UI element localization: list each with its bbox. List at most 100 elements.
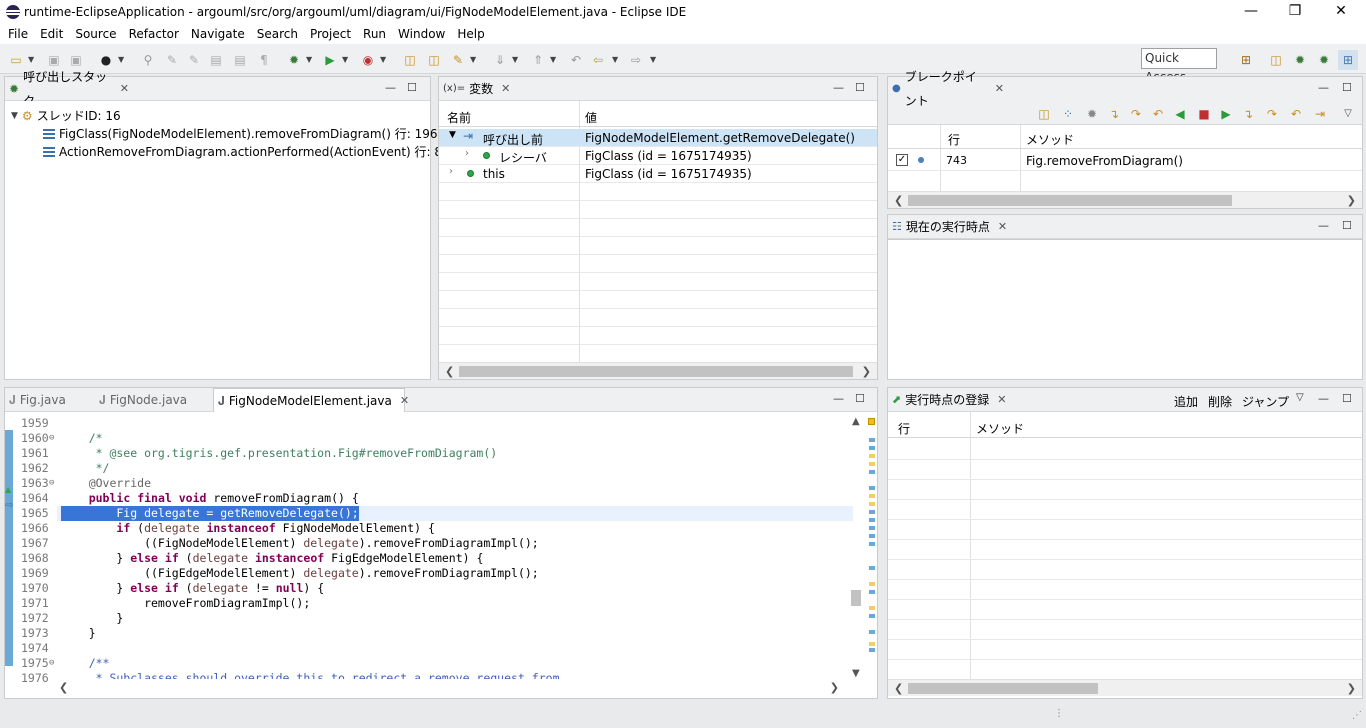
column-header-value[interactable]: 値: [585, 109, 597, 126]
resume-icon[interactable]: ▶: [1218, 106, 1234, 122]
close-tab-icon[interactable]: ✕: [501, 77, 510, 101]
overview-marker[interactable]: [869, 648, 875, 652]
overview-marker[interactable]: [869, 566, 875, 570]
settings-icon[interactable]: ✹: [1084, 106, 1100, 122]
show-all-icon[interactable]: ⁘: [1060, 106, 1076, 122]
menu-refactor[interactable]: Refactor: [123, 27, 185, 41]
overview-marker[interactable]: [869, 642, 875, 646]
last-edit-icon[interactable]: ↶: [568, 52, 584, 68]
open-type-icon[interactable]: ◫: [402, 52, 418, 68]
scroll-down-icon[interactable]: ▼: [852, 668, 860, 679]
menu-run[interactable]: Run: [357, 27, 392, 41]
terminate-icon[interactable]: ■: [1196, 106, 1212, 122]
code-line[interactable]: 1975 ⊖ /**: [5, 656, 877, 671]
expand-arrow-icon[interactable]: ▼: [449, 130, 456, 140]
minimize-view-icon[interactable]: —: [1318, 392, 1329, 405]
fold-icon[interactable]: ⊖: [49, 476, 54, 491]
tab-variables[interactable]: (x)= 変数 ✕: [439, 77, 511, 101]
fold-icon[interactable]: ⊖: [49, 656, 54, 671]
stack-frame[interactable]: ActionRemoveFromDiagram.actionPerformed(…: [43, 143, 450, 160]
overview-marker[interactable]: [869, 590, 875, 594]
menu-navigate[interactable]: Navigate: [185, 27, 251, 41]
maximize-view-icon[interactable]: ☐: [855, 81, 865, 94]
code-line[interactable]: 1962 */: [5, 461, 877, 476]
code-line[interactable]: 1966 if (delegate instanceof FigNodeMode…: [5, 521, 877, 536]
overview-marker[interactable]: [869, 526, 875, 530]
horizontal-scrollbar[interactable]: ❮ ❯: [439, 362, 877, 379]
back-run-icon[interactable]: ◀: [1172, 106, 1188, 122]
code-line[interactable]: 1972 }: [5, 611, 877, 626]
table-row[interactable]: › this FigClass (id = 1675174935): [439, 165, 877, 183]
overview-marker[interactable]: [868, 418, 875, 425]
step-over-back-icon[interactable]: ↷: [1264, 106, 1280, 122]
debug-icon[interactable]: ✹: [286, 52, 302, 68]
menu-edit[interactable]: Edit: [34, 27, 69, 41]
forward-dropdown-icon[interactable]: ▼: [650, 52, 658, 68]
step-return-icon[interactable]: ↶: [1150, 106, 1166, 122]
menu-help[interactable]: Help: [451, 27, 490, 41]
maximize-view-icon[interactable]: ☐: [855, 392, 865, 405]
java-perspective-icon[interactable]: ✹: [1292, 52, 1308, 68]
scroll-right-icon[interactable]: ❯: [830, 679, 839, 696]
overview-marker[interactable]: [869, 518, 875, 522]
restore-button[interactable]: ❐: [1272, 0, 1318, 24]
scroll-right-icon[interactable]: ❯: [1347, 192, 1356, 209]
minimize-button[interactable]: —: [1228, 0, 1274, 24]
collapse-arrow-icon[interactable]: ›: [465, 148, 469, 159]
quick-access-input[interactable]: Quick Access: [1141, 48, 1217, 84]
code-line[interactable]: 1961 * @see org.tigris.gef.presentation.…: [5, 446, 877, 461]
code-line[interactable]: 1973 }: [5, 626, 877, 641]
close-tab-icon[interactable]: ✕: [997, 388, 1006, 412]
open-folder-icon[interactable]: ◫: [426, 52, 442, 68]
run-icon[interactable]: ▶: [322, 52, 338, 68]
code-line[interactable]: 1968 } else if (delegate instanceof FigE…: [5, 551, 877, 566]
minimize-view-icon[interactable]: —: [833, 392, 844, 405]
debug-dropdown-icon[interactable]: ▼: [306, 52, 314, 68]
step-into-back-icon[interactable]: ↴: [1240, 106, 1256, 122]
overview-marker[interactable]: [869, 486, 875, 490]
overview-marker[interactable]: [869, 614, 875, 618]
drop-to-frame-icon[interactable]: ⇥: [1312, 106, 1328, 122]
scrollbar-thumb[interactable]: [459, 366, 853, 377]
overview-marker[interactable]: [869, 446, 875, 450]
show-whitespace-icon[interactable]: ¶: [256, 52, 272, 68]
debug-perspective-icon[interactable]: ✹: [1316, 52, 1332, 68]
scroll-left-icon[interactable]: ❮: [445, 363, 454, 380]
scroll-up-icon[interactable]: ▲: [852, 416, 860, 427]
close-tab-icon[interactable]: ✕: [120, 77, 129, 101]
checkbox[interactable]: ✓: [896, 154, 908, 166]
tab-fignodemodelelement-java[interactable]: 𝐉 FigNodeModelElement.java ✕: [213, 388, 409, 412]
search-tool-icon[interactable]: ✎: [450, 52, 466, 68]
add-button[interactable]: 追加: [1174, 393, 1198, 410]
table-row[interactable]: ✓ 743 Fig.removeFromDiagram(): [888, 151, 1362, 171]
maximize-view-icon[interactable]: ☐: [1342, 81, 1352, 94]
tab-callstack[interactable]: ✹ 呼び出しスタック ✕: [5, 70, 129, 108]
horizontal-scrollbar[interactable]: ❮ ❯: [888, 679, 1362, 696]
scrollbar-thumb[interactable]: [908, 683, 1098, 694]
step-over-icon[interactable]: ↷: [1128, 106, 1144, 122]
resize-grip-icon[interactable]: ⋰: [1352, 710, 1362, 721]
external-tools-icon[interactable]: ◉: [360, 52, 376, 68]
resource-perspective-icon[interactable]: ◫: [1268, 52, 1284, 68]
menu-source[interactable]: Source: [69, 27, 122, 41]
forward-icon[interactable]: ⇨: [628, 52, 644, 68]
maximize-view-icon[interactable]: ☐: [1342, 392, 1352, 405]
horizontal-scrollbar[interactable]: ❮ ❯: [888, 191, 1362, 208]
open-folder-icon[interactable]: ◫: [1036, 106, 1052, 122]
overview-marker[interactable]: [869, 630, 875, 634]
view-menu-icon[interactable]: ▽: [1340, 106, 1356, 122]
scroll-right-icon[interactable]: ❯: [862, 363, 871, 380]
tab-registry[interactable]: ⬈ 実行時点の登録 ✕: [888, 388, 1012, 412]
overview-marker[interactable]: [869, 542, 875, 546]
view-menu-icon[interactable]: ▽: [1296, 392, 1304, 403]
code-line[interactable]: 1970 } else if (delegate != null) {: [5, 581, 877, 596]
new-icon[interactable]: ▭: [8, 52, 24, 68]
next-annotation-dropdown-icon[interactable]: ▼: [512, 52, 520, 68]
back-icon[interactable]: ⇦: [590, 52, 606, 68]
menu-search[interactable]: Search: [251, 27, 304, 41]
tab-fignode-java[interactable]: 𝐉 FigNode.java: [95, 388, 211, 412]
code-area[interactable]: ⇨ ▲ 1959 1960 ⊖ /* 1961 * @see org.tigris…: [5, 412, 877, 698]
open-perspective-icon[interactable]: ⊞: [1238, 52, 1254, 68]
table-row[interactable]: › レシーバ FigClass (id = 1675174935): [439, 147, 877, 165]
column-header-line[interactable]: 行: [948, 131, 960, 148]
